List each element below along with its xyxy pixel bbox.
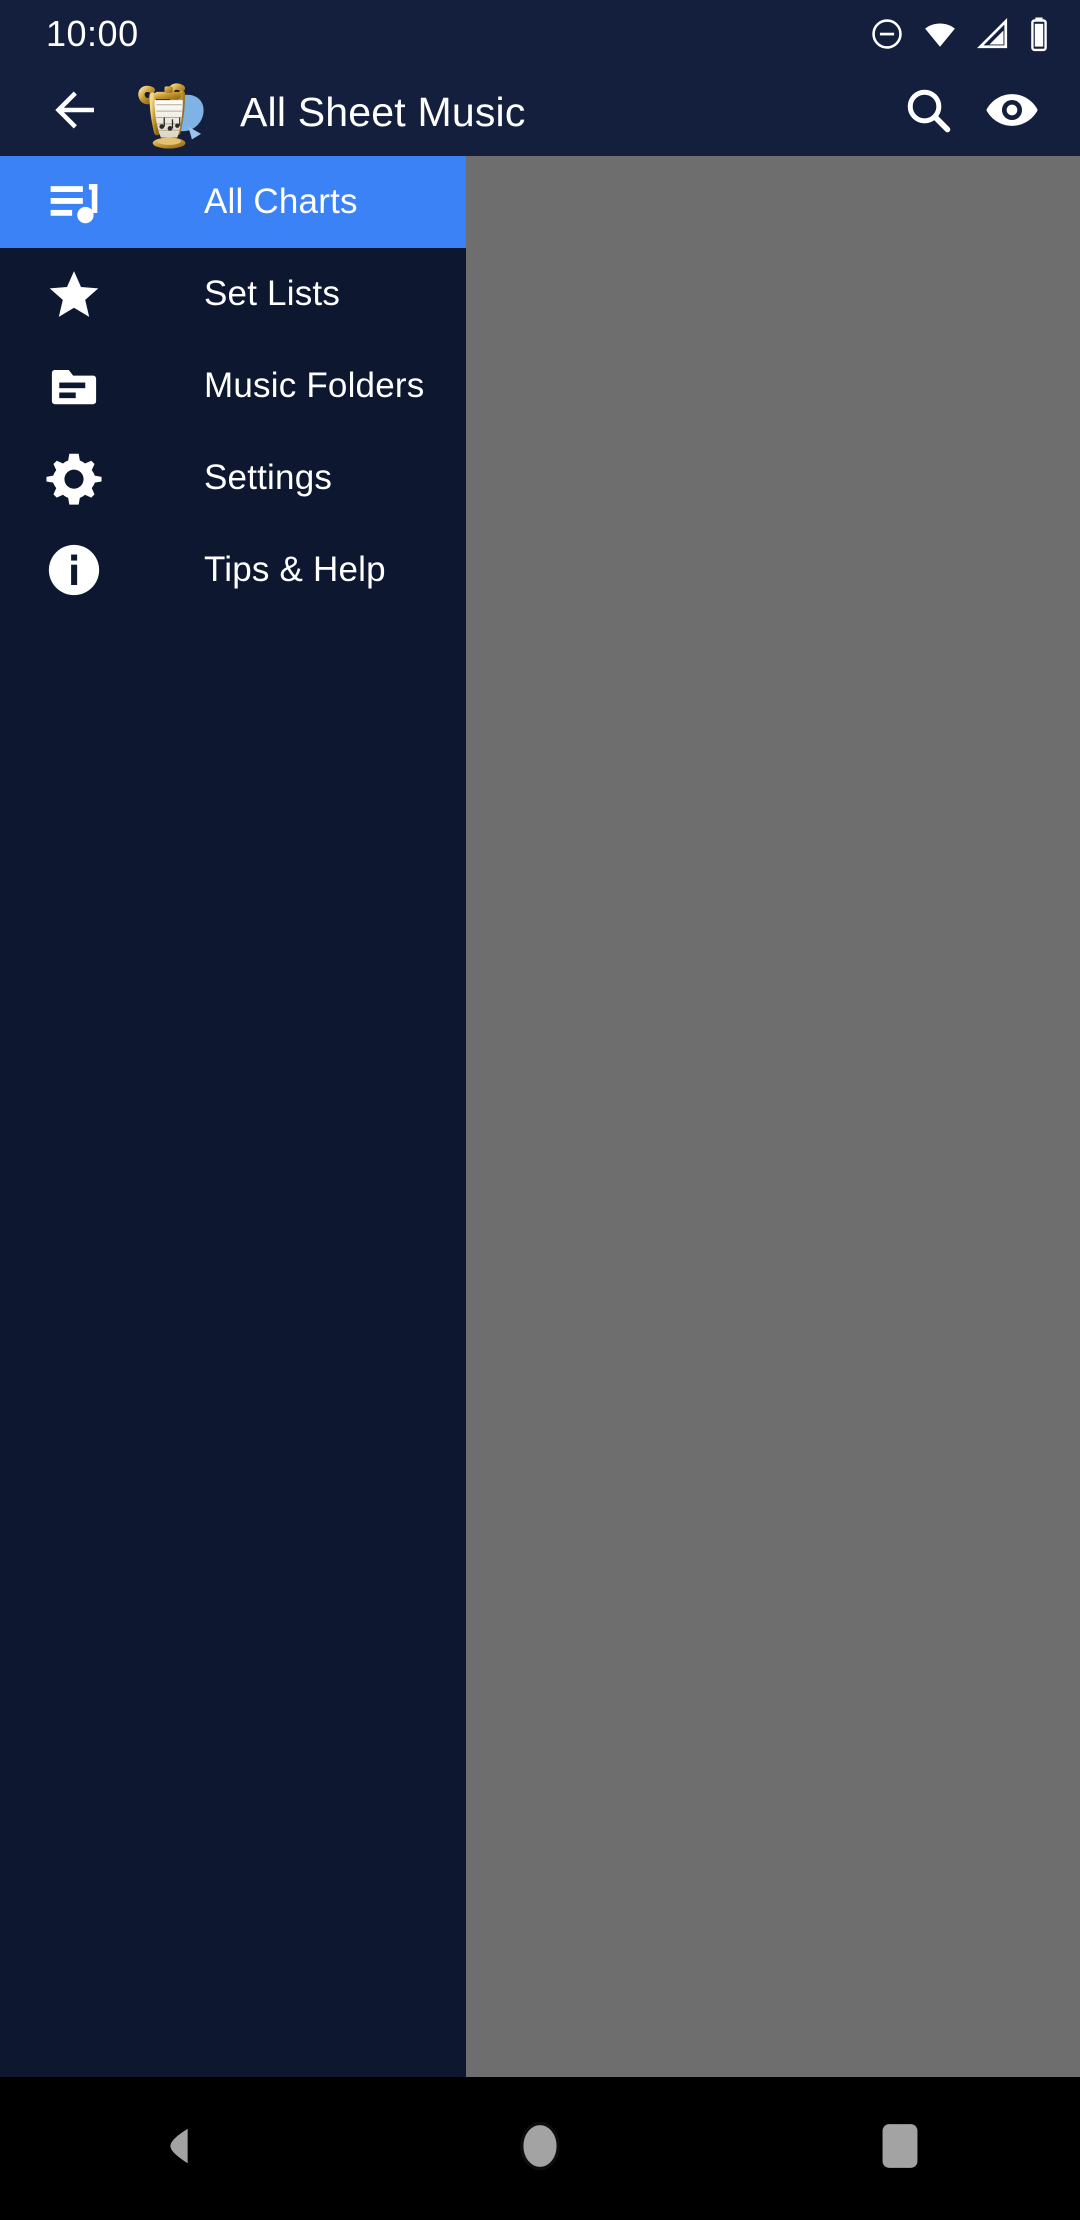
info-icon [28, 541, 120, 599]
sidebar-item-label: Tips & Help [204, 550, 386, 589]
search-icon [902, 84, 954, 141]
system-navigation-bar [0, 2077, 1080, 2220]
sidebar-item-label: Music Folders [204, 366, 425, 405]
cell-signal-icon [976, 17, 1010, 51]
sidebar-item-tips-help[interactable]: Tips & Help [0, 524, 466, 616]
star-icon [28, 266, 120, 322]
eye-icon [984, 82, 1040, 143]
nav-back-button[interactable] [90, 2077, 270, 2220]
sidebar-item-all-charts[interactable]: All Charts [0, 156, 466, 248]
wifi-icon [922, 17, 958, 51]
status-bar: 10:00 [0, 0, 1080, 68]
search-button[interactable] [886, 70, 970, 154]
folder-icon [28, 360, 120, 412]
status-clock: 10:00 [46, 13, 139, 54]
back-arrow-icon [49, 83, 103, 142]
back-button[interactable] [34, 70, 118, 154]
phone-screen: 10:00 All Sheet Music All Charts Set Lis… [0, 0, 1080, 2220]
nav-recents-button[interactable] [810, 2077, 990, 2220]
nav-home-icon [518, 2120, 562, 2177]
nav-home-button[interactable] [450, 2077, 630, 2220]
content-scrim[interactable]: All Charts Set Lists Music Folders Setti… [0, 156, 1080, 2077]
nav-back-icon [157, 2123, 203, 2174]
app-bar: All Sheet Music [0, 68, 1080, 156]
sidebar-item-settings[interactable]: Settings [0, 432, 466, 524]
sidebar-item-label: Set Lists [204, 274, 341, 313]
queue-music-icon [28, 174, 120, 230]
page-title: All Sheet Music [240, 88, 526, 135]
do-not-disturb-icon [870, 17, 904, 51]
lyre-sheet-music-logo [122, 70, 218, 154]
sidebar-item-set-lists[interactable]: Set Lists [0, 248, 466, 340]
sidebar-item-label: Settings [204, 458, 333, 497]
visibility-button[interactable] [970, 70, 1054, 154]
status-icon-group [870, 16, 1050, 52]
navigation-drawer: All Charts Set Lists Music Folders Setti… [0, 156, 466, 2077]
gear-icon [28, 450, 120, 506]
battery-icon [1028, 16, 1050, 52]
sidebar-item-music-folders[interactable]: Music Folders [0, 340, 466, 432]
nav-recents-icon [880, 2122, 920, 2175]
sidebar-item-label: All Charts [204, 182, 358, 221]
